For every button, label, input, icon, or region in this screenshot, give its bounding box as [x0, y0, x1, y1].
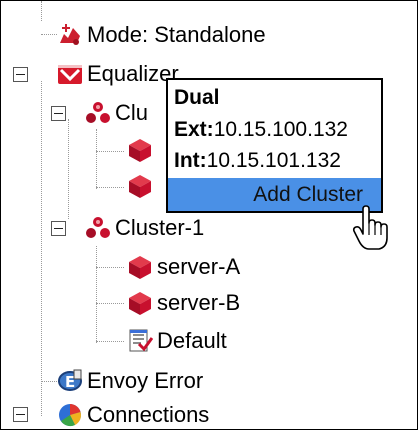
mode-icon [57, 22, 83, 48]
tree-panel: Mode: Standalone Equalizer Clu Cluster-1… [0, 0, 418, 430]
connections-icon [57, 402, 83, 428]
tree-item-label: Connections [87, 402, 210, 427]
tree-item-server-a[interactable]: server-A [127, 250, 240, 284]
popup-int-row: Int:10.15.101.132 [174, 150, 341, 171]
tree-guide-line [68, 119, 69, 219]
tree-guide-line [96, 341, 124, 342]
tree-guide-line [96, 187, 124, 188]
int-value: 10.15.101.132 [206, 149, 341, 172]
envoy-icon: E [57, 368, 83, 394]
ext-value: 10.15.100.132 [213, 118, 348, 141]
server-icon [127, 173, 153, 199]
server-icon [127, 290, 153, 316]
tree-item-mode[interactable]: Mode: Standalone [57, 18, 266, 52]
server-icon [127, 137, 153, 163]
connections-collapse-toggle[interactable] [13, 407, 28, 422]
tree-guide-line [96, 303, 124, 304]
cluster-icon [85, 215, 111, 241]
tree-item-label: server-B [157, 290, 241, 315]
tree-guide-line [41, 81, 42, 416]
tree-guide-line [96, 246, 97, 343]
tree-guide-line [96, 151, 124, 152]
tree-item-label: Equalizer [87, 61, 179, 86]
equalizer-collapse-toggle[interactable] [13, 67, 28, 82]
cluster-collapse-toggle[interactable] [51, 106, 66, 121]
tree-item-server[interactable] [127, 133, 153, 167]
hand-pointer-cursor [351, 205, 391, 251]
tree-item-connections[interactable]: Connections [57, 398, 210, 429]
tree-item-label: Cluster-1 [115, 215, 205, 240]
tree-item-label: server-A [157, 254, 241, 279]
server-icon [127, 254, 153, 280]
equalizer-icon [57, 61, 83, 87]
tree-item-cluster[interactable]: Clu [85, 96, 148, 130]
tree-item-label: Envoy Error [87, 368, 204, 393]
tree-guide-line [96, 129, 97, 189]
tree-item-envoy-error[interactable]: E Envoy Error [57, 364, 203, 398]
tree-item-default[interactable]: Default [127, 324, 227, 358]
tree-guide-line [41, 1, 42, 21]
tree-item-server[interactable] [127, 169, 153, 203]
default-policy-icon [127, 328, 154, 354]
ext-key: Ext: [174, 118, 214, 141]
cluster-icon [85, 100, 111, 126]
cluster-context-popup: Dual Ext:10.15.100.132 Int:10.15.101.132… [166, 78, 383, 213]
popup-title: Dual [174, 86, 220, 109]
cluster-1-collapse-toggle[interactable] [51, 221, 66, 236]
tree-item-server-b[interactable]: server-B [127, 286, 240, 320]
int-key: Int: [174, 149, 207, 172]
tree-item-cluster-1[interactable]: Cluster-1 [85, 211, 204, 245]
tree-guide-line [96, 267, 124, 268]
tree-item-equalizer[interactable]: Equalizer [57, 57, 179, 91]
popup-ext-row: Ext:10.15.100.132 [174, 119, 348, 140]
add-cluster-menu-item[interactable]: Add Cluster [168, 178, 381, 211]
tree-item-label: Mode: Standalone [87, 22, 266, 47]
tree-item-label: Default [157, 328, 227, 353]
tree-item-label: Clu [115, 100, 149, 125]
